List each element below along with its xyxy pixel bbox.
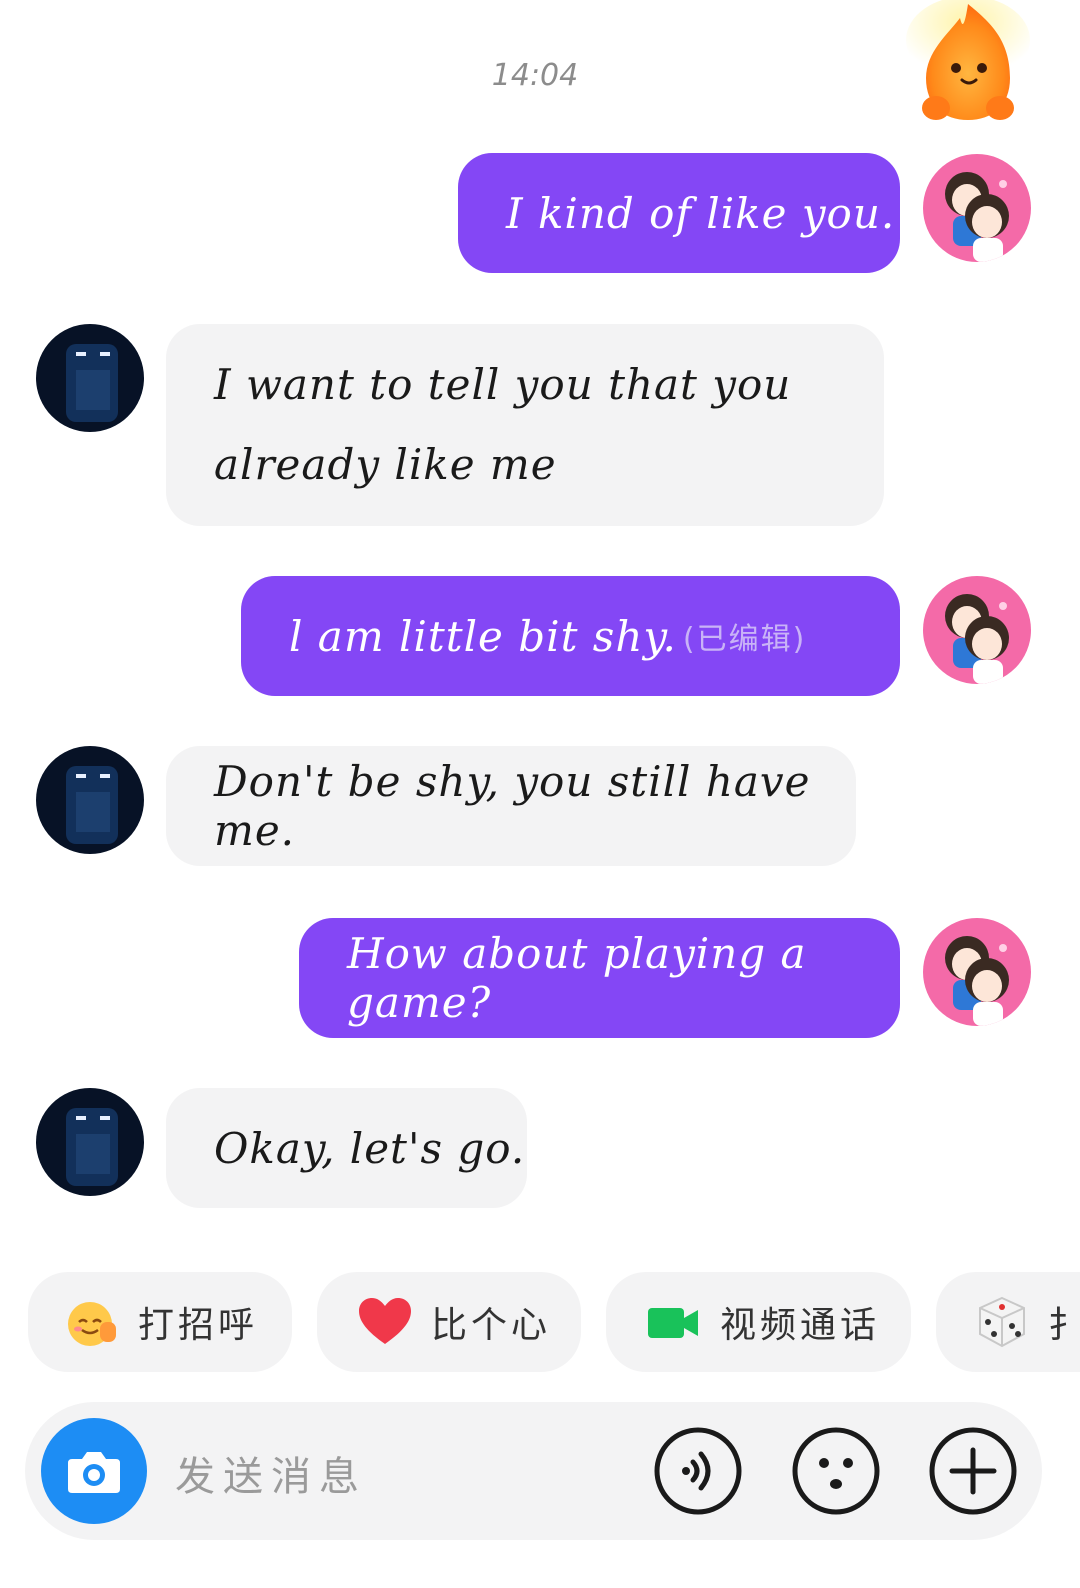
message-text: How about playing a game? [347, 929, 807, 1027]
dice-icon [974, 1294, 1030, 1350]
quick-action-label: 视频通话 [720, 1305, 881, 1346]
my-avatar[interactable] [923, 918, 1031, 1026]
edited-label: (已编辑) [682, 622, 807, 657]
emoji-face-icon [792, 1427, 880, 1515]
quick-action-greet[interactable]: 打招呼 [28, 1272, 292, 1372]
message-input[interactable]: 发送消息 [175, 1444, 367, 1502]
message-input-bar: 发送消息 [25, 1402, 1042, 1540]
flame-mascot-sticker[interactable] [898, 0, 1038, 128]
quick-action-label: 扌 [1048, 1305, 1080, 1346]
message-bubble-outgoing[interactable]: l am little bit shy. (已编辑) [241, 576, 900, 696]
my-avatar[interactable] [923, 576, 1031, 684]
quick-action-heart[interactable]: 比个心 [317, 1272, 581, 1372]
voice-button[interactable] [653, 1426, 743, 1516]
camera-button[interactable] [41, 1418, 147, 1524]
message-text-line-2: already like me [214, 440, 557, 489]
message-bubble-outgoing[interactable]: How about playing a game? [299, 918, 900, 1038]
quick-action-video-call[interactable]: 视频通话 [606, 1272, 911, 1372]
contact-avatar[interactable] [36, 1088, 144, 1196]
quick-action-dice[interactable]: 扌 [936, 1272, 1080, 1372]
message-text: l am little bit shy. [289, 611, 677, 661]
message-text: I kind of like you. [506, 188, 896, 238]
waving-emoji-icon [64, 1294, 120, 1350]
message-text: Don't be shy, you still have me. [214, 757, 811, 855]
message-bubble-incoming[interactable]: I want to tell you that you already like… [166, 324, 884, 526]
more-button[interactable] [928, 1426, 1018, 1516]
quick-action-label: 打招呼 [138, 1305, 259, 1346]
message-text: Okay, let's go. [214, 1123, 526, 1173]
message-text-line-1: I want to tell you that you [214, 360, 792, 409]
heart-icon [357, 1294, 413, 1350]
voice-icon [654, 1427, 742, 1515]
contact-avatar[interactable] [36, 746, 144, 854]
message-bubble-outgoing[interactable]: I kind of like you. [458, 153, 900, 273]
plus-icon [929, 1427, 1017, 1515]
video-camera-icon [646, 1294, 702, 1350]
message-bubble-incoming[interactable]: Okay, let's go. [166, 1088, 527, 1208]
message-bubble-incoming[interactable]: Don't be shy, you still have me. [166, 746, 856, 866]
my-avatar[interactable] [923, 154, 1031, 262]
quick-action-label: 比个心 [431, 1305, 552, 1346]
contact-avatar[interactable] [36, 324, 144, 432]
camera-icon [68, 1452, 120, 1493]
quick-actions-bar: 打招呼 比个心 视频通话 扌 [28, 1272, 1080, 1372]
emoji-button[interactable] [791, 1426, 881, 1516]
